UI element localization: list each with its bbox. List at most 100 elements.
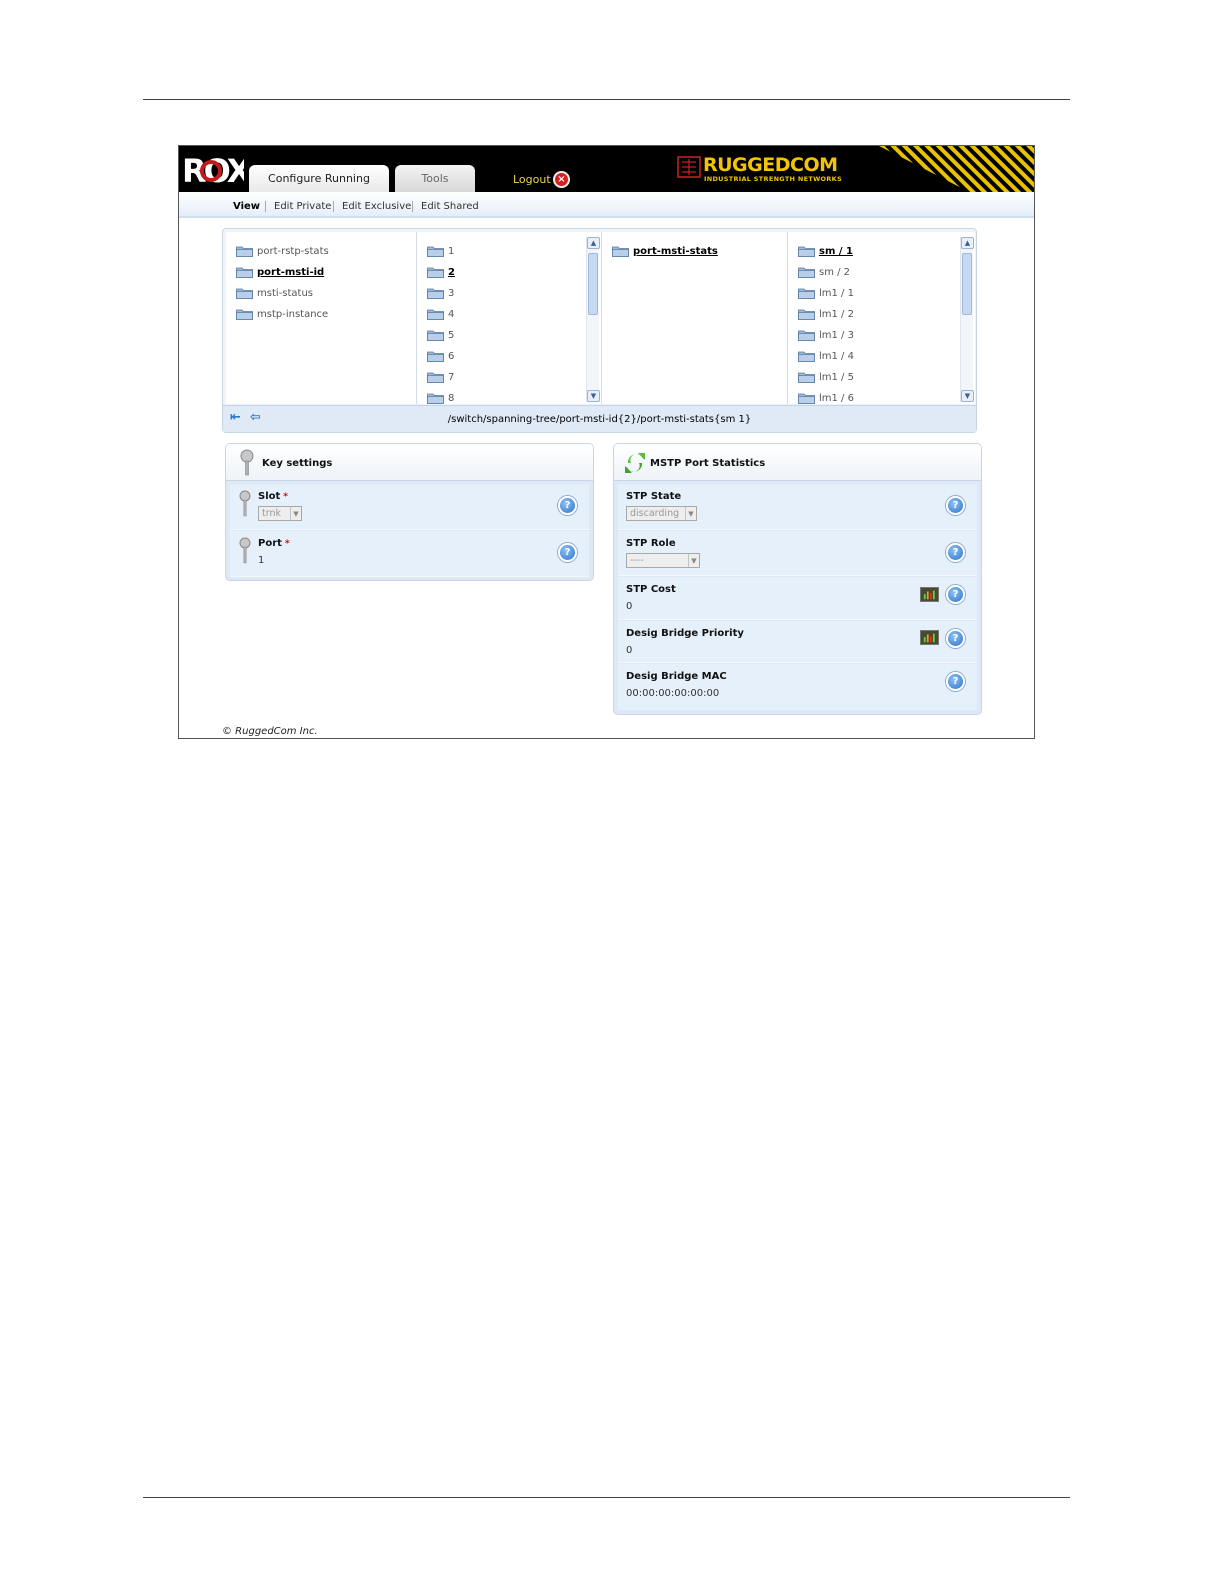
browser-item-c3-0[interactable]: port-msti-stats (612, 244, 718, 258)
folder-icon (612, 246, 629, 257)
stp-role-select[interactable]: ---- ▼ (626, 553, 700, 568)
scroll-down-icon[interactable]: ▼ (961, 390, 974, 402)
folder-icon (236, 246, 253, 257)
browser-item-label: port-msti-stats (633, 245, 718, 257)
folder-icon (427, 267, 444, 278)
browser-item-c2-5[interactable]: 6 (427, 349, 454, 363)
mode-edit-exclusive[interactable]: Edit Exclusive (342, 201, 411, 212)
browser-item-c1-3[interactable]: mstp-instance (236, 307, 328, 321)
folder-icon (798, 309, 815, 320)
browser-item-c4-5[interactable]: lm1 / 4 (798, 349, 854, 363)
required-marker: * (284, 539, 290, 549)
browser-column-2: 1 2 3 4 5 6 7 8 ▲ ▼ (417, 232, 602, 404)
rox-logo: ROX (182, 152, 244, 186)
browser-item-label: 3 (448, 287, 455, 299)
browser-column-4: sm / 1 sm / 2 lm1 / 1 lm1 / 2 lm1 / 3 lm1 / 4… (788, 232, 975, 404)
help-icon[interactable]: ? (946, 543, 965, 562)
browser-item-c2-3[interactable]: 4 (427, 307, 454, 321)
help-icon[interactable]: ? (946, 672, 965, 691)
slot-select[interactable]: trnk ▼ (258, 506, 302, 521)
close-icon[interactable]: × (553, 171, 570, 188)
scroll-up-icon[interactable]: ▲ (961, 237, 974, 249)
logout-link[interactable]: Logout (513, 173, 551, 186)
browser-item-c2-4[interactable]: 5 (427, 328, 454, 342)
browser-item-c4-4[interactable]: lm1 / 3 (798, 328, 854, 342)
port-label: Port * (258, 538, 290, 549)
slot-row: Slot * trnk ▼ ? (230, 484, 589, 530)
panel-title: Key settings (262, 458, 333, 469)
stp-cost-label: STP Cost (626, 584, 676, 595)
panel-header: Key settings (226, 444, 593, 481)
page-top-rule (143, 99, 1070, 100)
browser-item-c1-2[interactable]: msti-status (236, 286, 313, 300)
chart-icon[interactable] (920, 587, 939, 602)
chevron-down-icon: ▼ (685, 507, 696, 520)
browser-item-label: lm1 / 6 (819, 392, 854, 404)
scroll-down-icon[interactable]: ▼ (587, 390, 600, 402)
scrollbar[interactable]: ▲ ▼ (586, 237, 600, 402)
scroll-thumb[interactable] (962, 253, 972, 315)
desig-bridge-priority-value: 0 (626, 645, 633, 656)
browser-item-label: port-rstp-stats (257, 245, 329, 257)
browser-item-c2-1[interactable]: 2 (427, 265, 455, 279)
help-icon[interactable]: ? (558, 543, 577, 562)
browser-item-c4-2[interactable]: lm1 / 1 (798, 286, 854, 300)
mode-view[interactable]: View (233, 201, 260, 212)
browser-item-label: port-msti-id (257, 266, 325, 278)
browser-item-c2-0[interactable]: 1 (427, 244, 454, 258)
browser-item-label: sm / 2 (819, 266, 851, 278)
slot-label: Slot * (258, 491, 288, 502)
tab-tools[interactable]: Tools (395, 165, 475, 192)
tab-label: Configure Running (268, 172, 370, 185)
stp-state-row: STP State discarding ▼ ? (618, 484, 977, 530)
required-marker: * (283, 492, 288, 502)
help-icon[interactable]: ? (946, 496, 965, 515)
scrollbar[interactable]: ▲ ▼ (960, 237, 974, 402)
browser-item-c4-0[interactable]: sm / 1 (798, 244, 853, 258)
browser-item-c4-7[interactable]: lm1 / 6 (798, 391, 854, 404)
help-icon[interactable]: ? (946, 585, 965, 604)
browser-item-c4-3[interactable]: lm1 / 2 (798, 307, 854, 321)
browser-item-label: lm1 / 5 (819, 371, 854, 383)
browser-item-c2-6[interactable]: 7 (427, 370, 454, 384)
help-icon[interactable]: ? (946, 629, 965, 648)
stp-state-select[interactable]: discarding ▼ (626, 506, 697, 521)
key-icon (239, 490, 251, 517)
browser-item-label: lm1 / 4 (819, 350, 854, 362)
folder-icon (236, 309, 253, 320)
browser-item-c2-2[interactable]: 3 (427, 286, 454, 300)
ruggedcom-logo: RUGGEDCOM INDUSTRIAL STRENGTH NETWORKS (677, 154, 862, 183)
browser-item-label: lm1 / 3 (819, 329, 854, 341)
browser-item-label: lm1 / 1 (819, 287, 854, 299)
folder-icon (427, 393, 444, 404)
scroll-thumb[interactable] (588, 253, 598, 315)
desig-bridge-priority-row: Desig Bridge Priority 0 ? (618, 621, 977, 663)
stp-cost-row: STP Cost 0 ? (618, 577, 977, 620)
browser-item-c1-1[interactable]: port-msti-id (236, 265, 324, 279)
folder-icon (427, 309, 444, 320)
current-path: /switch/spanning-tree/port-msti-id{2}/po… (447, 414, 752, 425)
scroll-up-icon[interactable]: ▲ (587, 237, 600, 249)
slot-label-text: Slot (258, 491, 281, 502)
chart-icon[interactable] (920, 630, 939, 645)
tab-configure-running[interactable]: Configure Running (249, 165, 389, 192)
folder-icon (427, 246, 444, 257)
browser-item-label: 5 (448, 329, 455, 341)
mode-edit-shared[interactable]: Edit Shared (421, 201, 479, 212)
mode-separator (333, 201, 334, 212)
tab-label: Tools (421, 172, 449, 185)
mode-edit-private[interactable]: Edit Private (274, 201, 331, 212)
help-icon[interactable]: ? (558, 496, 577, 515)
mstp-port-statistics-panel: MSTP Port Statistics STP State discardin… (613, 443, 982, 715)
path-bar: ⇤ ⇦ /switch/spanning-tree/port-msti-id{2… (223, 405, 976, 432)
refresh-icon (625, 453, 645, 473)
browser-item-c2-7[interactable]: 8 (427, 391, 454, 404)
desig-bridge-mac-label: Desig Bridge MAC (626, 671, 727, 682)
browser-item-c4-6[interactable]: lm1 / 5 (798, 370, 854, 384)
browser-item-label: 1 (448, 245, 455, 257)
browser-item-c1-0[interactable]: port-rstp-stats (236, 244, 329, 258)
key-icon (240, 449, 254, 476)
chevron-down-icon: ▼ (688, 554, 699, 567)
config-browser: port-rstp-stats port-msti-id msti-status ms… (222, 228, 977, 433)
browser-item-c4-1[interactable]: sm / 2 (798, 265, 850, 279)
